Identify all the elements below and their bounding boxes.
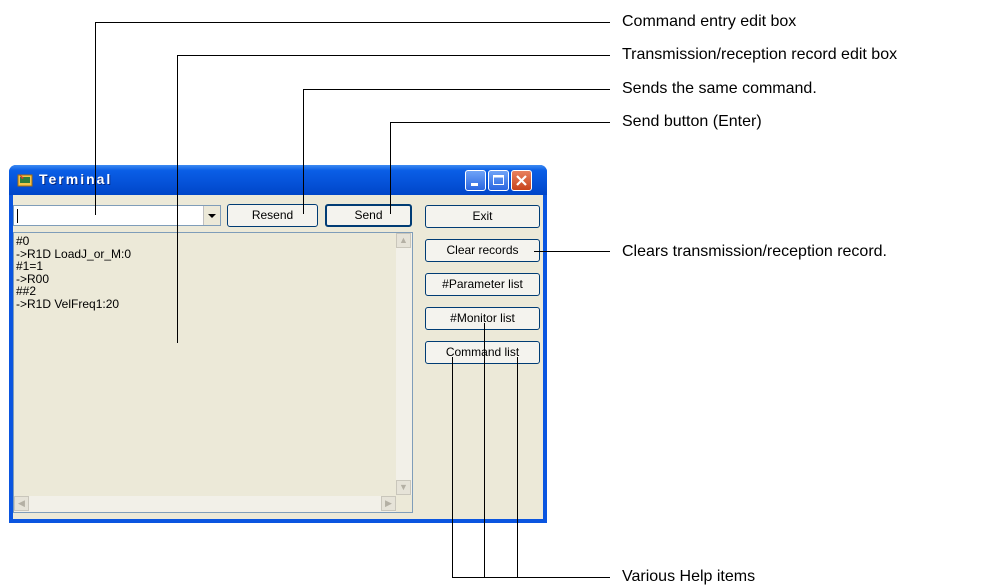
annotation-send: Send button (Enter)	[622, 113, 762, 130]
record-line: ->R1D VelFreq1:20	[16, 296, 120, 311]
resend-button[interactable]: Resend	[227, 204, 318, 227]
record-line: ##2	[16, 284, 37, 298]
monitor-list-button[interactable]: #Monitor list	[425, 307, 540, 330]
exit-button[interactable]: Exit	[425, 205, 540, 228]
close-icon	[516, 175, 527, 186]
parameter-list-button[interactable]: #Parameter list	[425, 273, 540, 296]
annotation-clear: Clears transmission/reception record.	[622, 243, 887, 260]
title-bar[interactable]: Terminal	[9, 165, 547, 195]
scroll-left-button[interactable]: ◀	[14, 496, 29, 511]
annotation-record-box: Transmission/reception record edit box	[622, 46, 898, 63]
record-line: #0	[16, 234, 30, 248]
record-edit-box[interactable]: #0 ->R1D LoadJ_or_M:0 #1=1 ->R00 ##2 ->R…	[13, 232, 413, 513]
window-title: Terminal	[39, 171, 113, 187]
minimize-button[interactable]	[465, 170, 486, 191]
clear-records-button[interactable]: Clear records	[425, 239, 540, 262]
maximize-button[interactable]	[488, 170, 509, 191]
record-line: #1=1	[16, 259, 44, 273]
minimize-icon	[471, 183, 478, 186]
horizontal-scrollbar[interactable]: ◀ ▶	[14, 496, 396, 512]
dropdown-arrow-button[interactable]	[203, 206, 220, 225]
record-lines: #0 ->R1D LoadJ_or_M:0 #1=1 ->R00 ##2 ->R…	[14, 235, 131, 310]
client-area: Resend Send Exit Clear records #Paramete…	[13, 195, 543, 519]
annotation-help: Various Help items	[622, 568, 756, 585]
annotation-command-entry: Command entry edit box	[622, 13, 797, 30]
close-button[interactable]	[511, 170, 532, 191]
vertical-scrollbar[interactable]: ▲ ▼	[396, 233, 412, 495]
scroll-down-button[interactable]: ▼	[396, 480, 411, 495]
terminal-app-icon	[17, 174, 33, 187]
text-caret	[17, 209, 18, 223]
terminal-window: Terminal Resend Send Exit Clear records …	[9, 165, 547, 523]
scrollbar-corner	[396, 496, 412, 512]
scroll-up-button[interactable]: ▲	[396, 233, 411, 248]
send-button[interactable]: Send	[325, 204, 412, 227]
maximize-icon	[493, 175, 504, 185]
annotation-resend: Sends the same command.	[622, 80, 817, 97]
command-list-button[interactable]: Command list	[425, 341, 540, 364]
scroll-right-button[interactable]: ▶	[381, 496, 396, 511]
command-entry-box[interactable]	[13, 205, 221, 226]
